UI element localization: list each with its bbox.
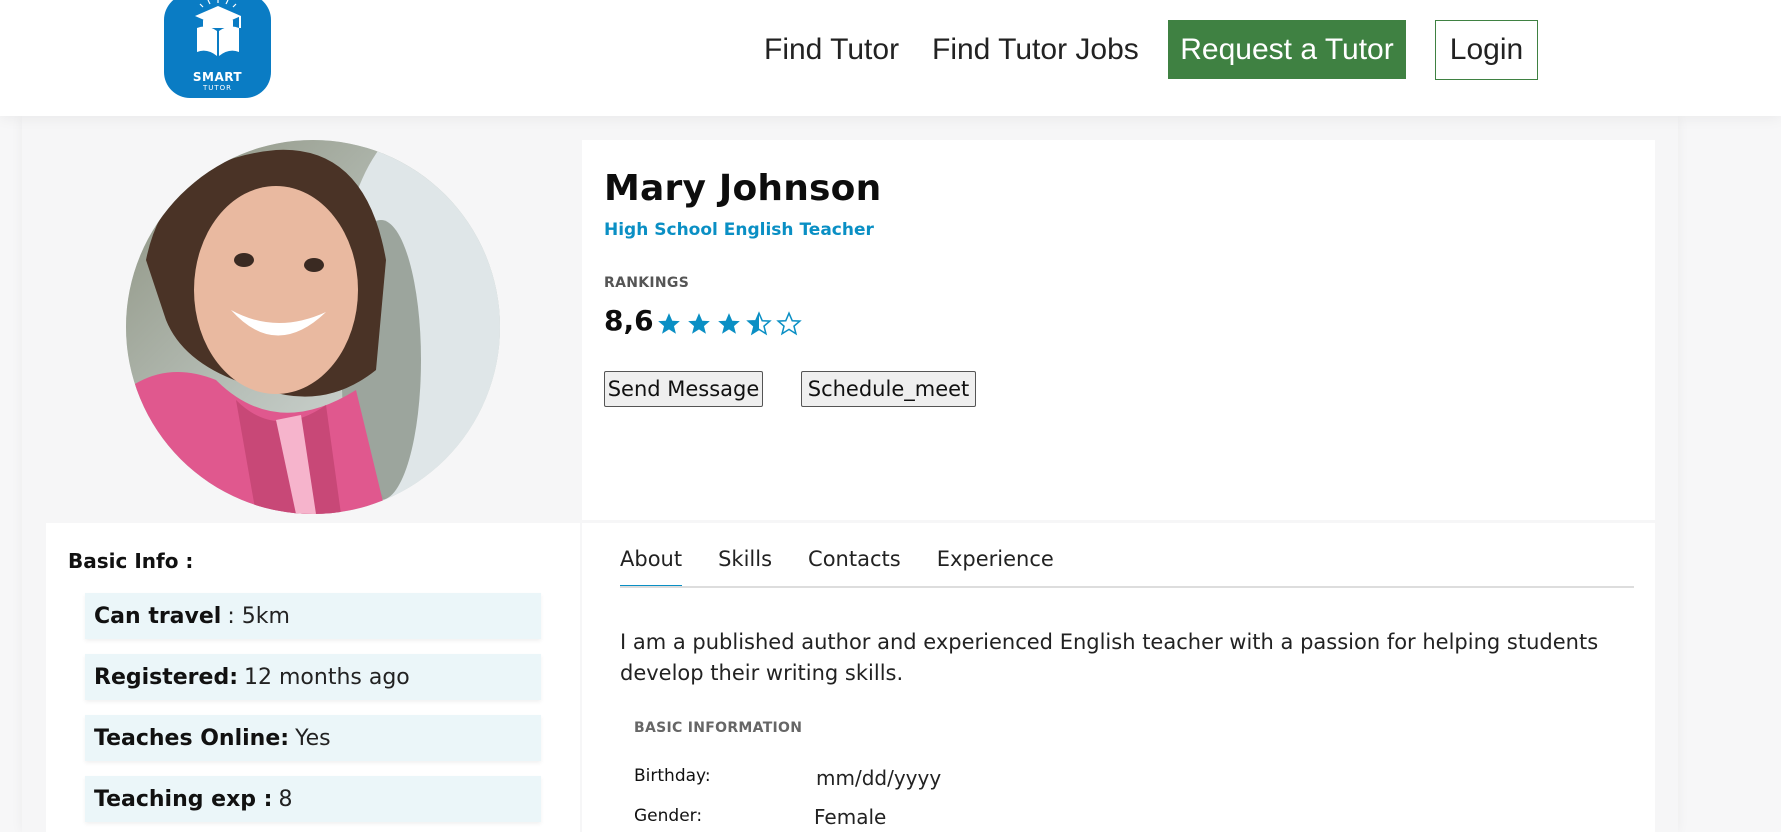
info-key: Teaches Online: (94, 725, 290, 751)
profile-summary-card: Mary Johnson High School English Teacher… (582, 140, 1655, 520)
info-key: Teaching exp : (94, 786, 273, 812)
tab-experience[interactable]: Experience (937, 547, 1054, 588)
site-header: SMART TUTOR Find Tutor Find Tutor Jobs R… (0, 0, 1781, 116)
rating-value: 8,6 (604, 304, 654, 337)
star-filled-icon (688, 313, 710, 334)
schedule-meet-button[interactable]: Schedule_meet (801, 371, 976, 407)
tutor-name: Mary Johnson (604, 168, 882, 209)
star-filled-icon (658, 313, 680, 334)
basic-info-title: Basic Info : (68, 549, 194, 573)
tab-skills[interactable]: Skills (718, 547, 772, 588)
tab-contacts[interactable]: Contacts (808, 547, 901, 588)
graduation-book-icon (195, 0, 241, 56)
rankings-label: RANKINGS (604, 275, 690, 291)
tutor-title: High School English Teacher (604, 220, 874, 240)
tab-about[interactable]: About (620, 547, 683, 588)
info-value: : 5km (227, 603, 290, 629)
smart-tutor-logo[interactable]: SMART TUTOR (164, 0, 271, 98)
gender-label: Gender: (634, 806, 703, 826)
logo-subtext: TUTOR (202, 84, 233, 92)
star-half-icon (746, 311, 772, 336)
star-empty-icon (776, 311, 802, 336)
request-tutor-button[interactable]: Request a Tutor (1168, 20, 1406, 79)
nav-find-tutor[interactable]: Find Tutor (764, 20, 899, 80)
info-row-experience: Teaching exp : 8 (85, 776, 541, 822)
star-filled-icon (718, 313, 740, 334)
nav-find-tutor-jobs[interactable]: Find Tutor Jobs (932, 20, 1139, 80)
gender-value: Female (814, 805, 887, 829)
tab-bar: About Skills Contacts Experience (620, 547, 1090, 588)
info-value: 12 months ago (244, 664, 410, 690)
send-message-button[interactable]: Send Message (604, 371, 763, 407)
info-key: Can travel (94, 603, 222, 629)
info-row-registered: Registered: 12 months ago (85, 654, 541, 700)
tab-divider (620, 586, 1634, 588)
logo-text: SMART (192, 70, 243, 84)
about-text: I am a published author and experienced … (620, 630, 1599, 685)
info-row-online: Teaches Online: Yes (85, 715, 541, 761)
details-tabs-card: About Skills Contacts Experience I am a … (582, 523, 1655, 832)
rating-stars (656, 311, 802, 337)
login-button[interactable]: Login (1435, 20, 1538, 80)
info-key: Registered: (94, 664, 238, 690)
info-value: 8 (278, 786, 293, 812)
info-row-travel: Can travel : 5km (85, 593, 541, 639)
avatar-photo (126, 140, 500, 514)
info-value: Yes (295, 725, 331, 751)
tutor-avatar (126, 140, 500, 514)
birthday-label: Birthday: (634, 766, 711, 786)
basic-information-label: BASIC INFORMATION (634, 720, 803, 736)
birthday-value: mm/dd/yyyy (816, 766, 942, 790)
basic-info-card: Basic Info : Can travel : 5km Registered… (46, 523, 580, 832)
